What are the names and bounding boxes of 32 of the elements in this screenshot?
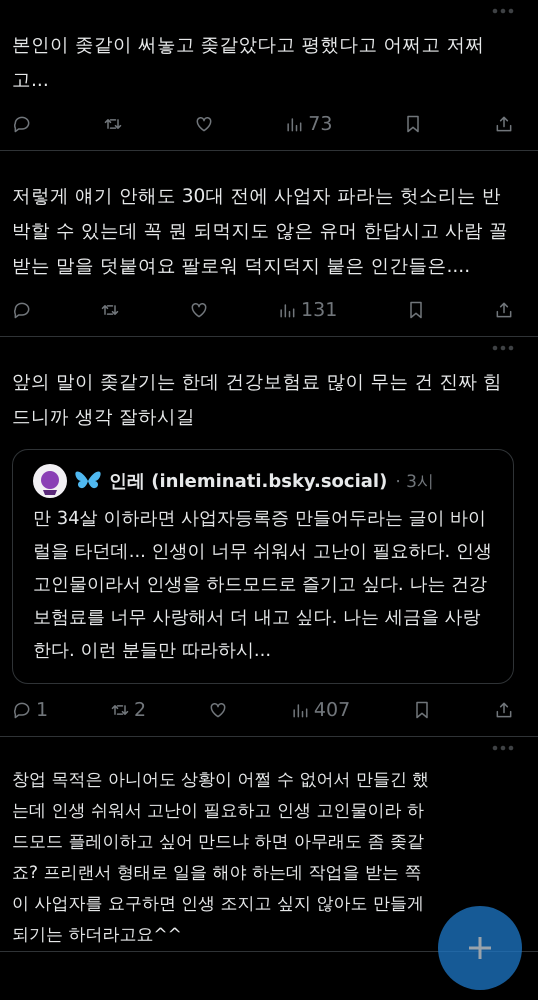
quoted-text: 만 34살 이하라면 사업자등록증 만들어두라는 글이 바이럴을 타던데... 인생이 너무 쉬워서 고난이 필요하다. 인생 고인물이라서 인생을 하드모드로 즐기고 싶다. 나는 건강보험료를 너무 사랑해서 더 내고 싶다. 나는 세금을 사랑한다. 이런 분들만 따라하시... bbox=[33, 507, 493, 663]
share-icon bbox=[494, 700, 514, 720]
like-button[interactable] bbox=[188, 300, 209, 320]
post-text: 창업 목적은 아니어도 상황이 어쩔 수 없어서 만들긴 했는데 인생 쉬워서 고난이 필요하고 인생 고인물이라 하드모드 플레이하고 싶어 만드냐 하면 아무래도 좀 좆같죠? 프리랜서 형태로 일을 해야 하는데 작업을 받는 쪽이 사업자를 요구하면 인생 조지고 싶지 않아도 만들게 되기는 하더라고요^^ bbox=[12, 769, 430, 947]
reply-button[interactable] bbox=[12, 300, 32, 320]
heart-icon bbox=[208, 700, 228, 720]
quoted-post[interactable]: 인레 (inleminati.bsky.social) · 3시 만 34살 이하라면 사업자등록증 만들어두라는 글이 바이럴을 타던데... 인생이 너무 쉬워서 고난이 필요하다. 인생 고인물이라서 인생을 하드모드로 즐기고 싶다. 나는 건강보험료를 너무 사랑해서 더 내고 싶다. 나는 세금을 사랑한다. 이런 분들만 따라하시... bbox=[12, 449, 514, 684]
heart-icon bbox=[188, 300, 209, 320]
share-icon bbox=[494, 114, 514, 134]
speech-bubble-icon bbox=[12, 114, 32, 134]
share-button[interactable] bbox=[494, 300, 514, 320]
plus-icon bbox=[467, 935, 493, 961]
views-button[interactable]: 73 bbox=[284, 113, 332, 135]
post-text: 앞의 말이 좆같기는 한데 건강보험료 많이 무는 건 진짜 힘드니까 생각 잘하시길 bbox=[12, 371, 504, 430]
author-name[interactable]: 인레 (inleminati.bsky.social) bbox=[109, 469, 388, 493]
reply-button[interactable]: 1 bbox=[12, 699, 48, 721]
post-time: · 3시 bbox=[395, 470, 434, 492]
avatar-icon bbox=[33, 464, 67, 498]
views-button[interactable]: 407 bbox=[290, 699, 350, 721]
views-button[interactable]: 131 bbox=[277, 299, 338, 321]
like-button[interactable] bbox=[208, 700, 228, 720]
repost-button[interactable]: 2 bbox=[110, 699, 146, 721]
share-button[interactable] bbox=[494, 114, 514, 134]
share-button[interactable] bbox=[494, 700, 514, 720]
speech-bubble-icon bbox=[12, 700, 32, 720]
like-button[interactable] bbox=[194, 114, 214, 134]
post-text: 저렇게 얘기 안해도 30대 전에 사업자 파라는 헛소리는 반박할 수 있는데 꼭 뭔 되먹지도 않은 유머 한답시고 사람 꼴받는 말을 덧붙여요 팔로워 덕지덕지 붙은 인간들은.... bbox=[12, 185, 510, 279]
share-icon bbox=[494, 300, 514, 320]
speech-bubble-icon bbox=[12, 300, 32, 320]
post-text: 본인이 좆같이 써놓고 좆같았다고 평했다고 어쩌고 저쩌고... bbox=[12, 34, 486, 93]
heart-icon bbox=[194, 114, 214, 134]
reply-button[interactable] bbox=[12, 114, 32, 134]
